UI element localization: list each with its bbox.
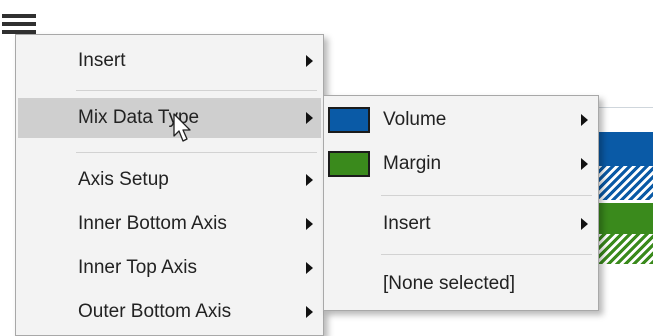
chart-margin-band bbox=[594, 203, 653, 235]
chevron-right-icon bbox=[306, 112, 313, 124]
submenu-item-label: Margin bbox=[383, 153, 442, 174]
context-menu: Insert Mix Data Type Axis Setup Inner Bo… bbox=[15, 34, 324, 336]
menu-item-mix-data-type[interactable]: Mix Data Type bbox=[18, 98, 321, 138]
chart-volume-hatch-band bbox=[594, 166, 653, 200]
color-swatch-icon bbox=[328, 107, 370, 133]
chevron-right-icon bbox=[306, 174, 313, 186]
chevron-right-icon bbox=[581, 114, 588, 126]
color-swatch-icon bbox=[328, 151, 370, 177]
submenu-item-label: Volume bbox=[383, 109, 447, 130]
chevron-right-icon bbox=[306, 218, 313, 230]
chevron-right-icon bbox=[306, 306, 313, 318]
submenu-item-volume[interactable]: Volume bbox=[326, 100, 596, 140]
chevron-right-icon bbox=[581, 218, 588, 230]
menu-separator bbox=[76, 90, 317, 91]
submenu-item-insert[interactable]: Insert bbox=[326, 204, 596, 244]
chart-gridline bbox=[590, 107, 653, 108]
mouse-cursor-icon bbox=[173, 113, 191, 142]
hamburger-bar bbox=[2, 22, 36, 26]
menu-item-outer-bottom-axis[interactable]: Outer Bottom Axis bbox=[18, 292, 321, 332]
chart-margin-hatch-band bbox=[594, 234, 653, 264]
menu-separator bbox=[381, 254, 592, 255]
menu-item-axis-setup[interactable]: Axis Setup bbox=[18, 160, 321, 200]
chart-volume-band bbox=[594, 132, 653, 168]
submenu-item-label: Insert bbox=[383, 213, 431, 234]
menu-item-label: Inner Top Axis bbox=[78, 257, 198, 278]
menu-item-label: Insert bbox=[78, 50, 126, 71]
menu-separator bbox=[381, 195, 592, 196]
menu-item-inner-bottom-axis[interactable]: Inner Bottom Axis bbox=[18, 204, 321, 244]
submenu-item-label: [None selected] bbox=[383, 273, 516, 294]
menu-item-label: Inner Bottom Axis bbox=[78, 213, 227, 234]
mix-data-type-submenu: Volume Margin Insert [None selected] bbox=[323, 95, 599, 311]
chevron-right-icon bbox=[581, 158, 588, 170]
menu-item-label: Outer Bottom Axis bbox=[78, 301, 232, 322]
submenu-item-none-selected[interactable]: [None selected] bbox=[326, 264, 596, 304]
submenu-item-margin[interactable]: Margin bbox=[326, 144, 596, 184]
menu-item-inner-top-axis[interactable]: Inner Top Axis bbox=[18, 248, 321, 288]
chevron-right-icon bbox=[306, 262, 313, 274]
menu-item-insert[interactable]: Insert bbox=[18, 41, 321, 81]
hamburger-bar bbox=[2, 14, 36, 18]
chevron-right-icon bbox=[306, 55, 313, 67]
menu-item-label: Axis Setup bbox=[78, 169, 169, 190]
